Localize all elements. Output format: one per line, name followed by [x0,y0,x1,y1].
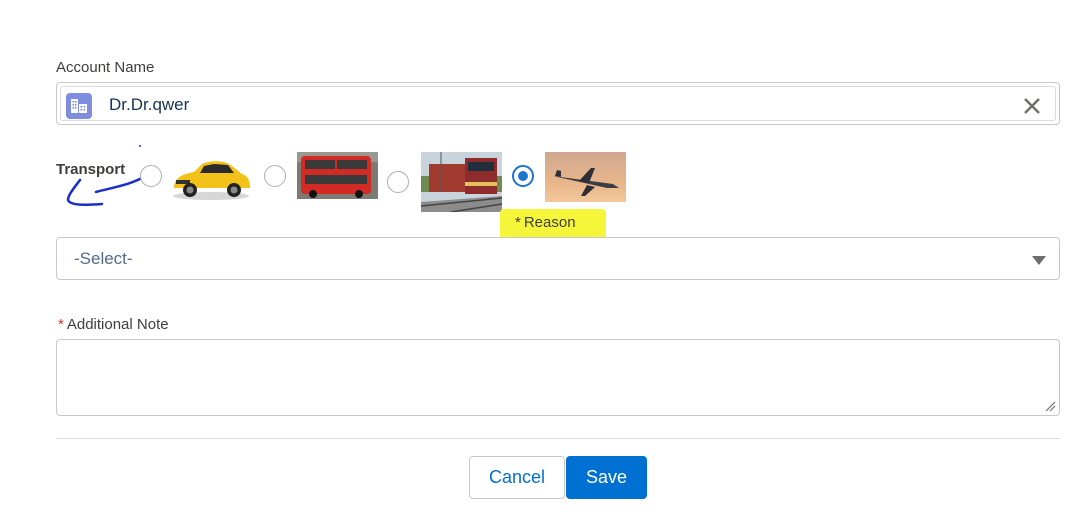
transport-radio-car[interactable] [140,165,162,187]
reason-select-value: -Select- [74,249,133,268]
handwritten-annotation [66,145,144,207]
footer-divider [56,438,1060,439]
close-icon[interactable] [1021,95,1043,117]
resize-handle-icon[interactable] [1044,400,1056,412]
note-required-mark: * [58,316,64,333]
save-button[interactable]: Save [566,456,647,499]
reason-select[interactable]: -Select- [56,237,1060,280]
cancel-button[interactable]: Cancel [469,456,565,499]
transport-radio-train[interactable] [387,171,409,193]
account-building-icon [66,93,92,119]
transport-radio-plane[interactable] [512,165,534,187]
bus-image [297,152,378,199]
account-pill[interactable]: Dr.Dr.qwer [60,86,1056,121]
car-image [170,152,252,202]
reason-required-mark: * [515,214,521,231]
account-name-label: Account Name [56,59,155,76]
additional-note-label-text: Additional Note [66,316,169,333]
account-lookup[interactable]: Dr.Dr.qwer [56,82,1060,125]
plane-image [545,152,626,202]
train-image [421,152,502,212]
reason-label: * Reason [515,214,576,231]
account-name-value: Dr.Dr.qwer [109,95,190,114]
additional-note-textarea[interactable] [56,339,1060,416]
additional-note-label: * Additional Note [58,316,169,333]
chevron-down-icon [1032,256,1046,265]
transport-radio-bus[interactable] [264,165,286,187]
reason-label-text: Reason [523,214,576,231]
